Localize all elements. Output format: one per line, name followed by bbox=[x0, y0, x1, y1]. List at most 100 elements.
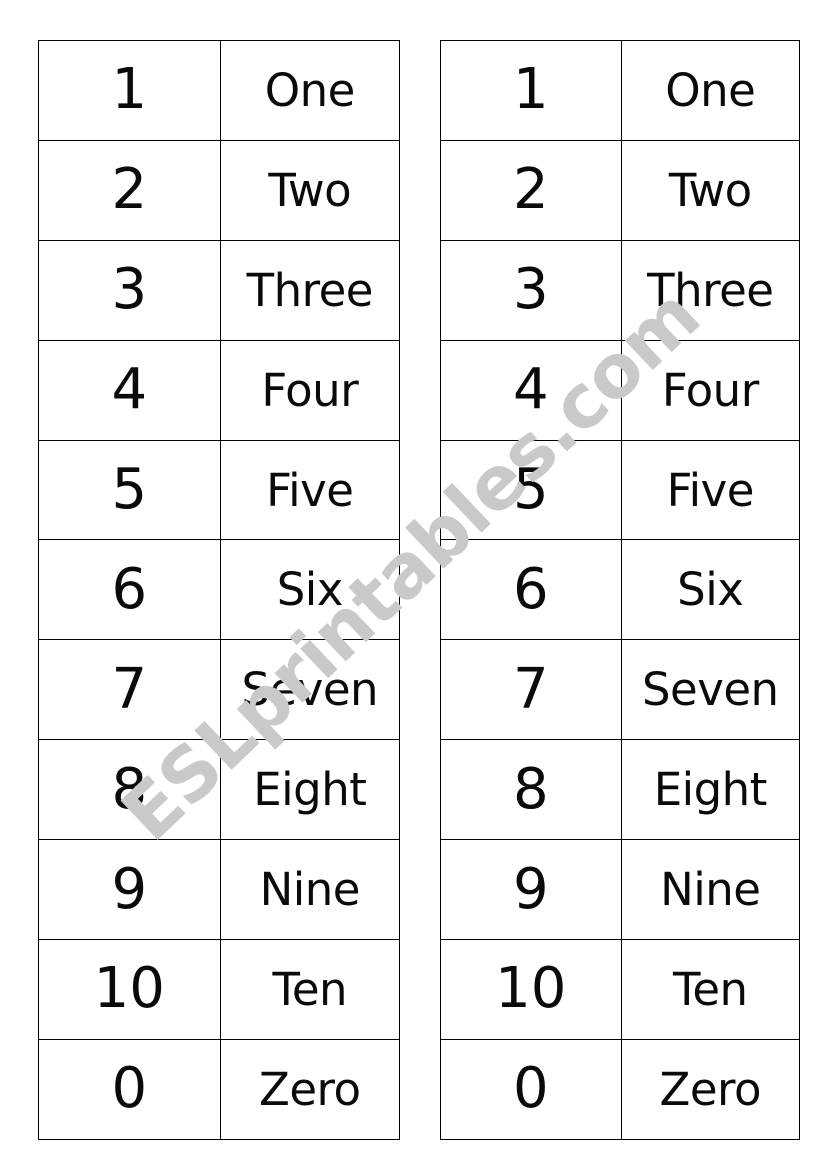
digit-cell: 1 bbox=[440, 40, 622, 141]
table-row: 0 Zero bbox=[38, 1038, 401, 1140]
digit-cell: 2 bbox=[38, 139, 221, 241]
word-text: Three bbox=[647, 263, 774, 317]
word-text: Nine bbox=[259, 863, 361, 917]
word-cell: Five bbox=[219, 439, 401, 541]
digit-text: 7 bbox=[111, 656, 148, 722]
word-cell: Eight bbox=[620, 739, 801, 841]
digit-text: 10 bbox=[495, 956, 567, 1022]
digit-text: 8 bbox=[512, 756, 549, 822]
table-row: 1 One bbox=[440, 40, 801, 141]
digit-text: 1 bbox=[512, 57, 549, 123]
digit-text: 2 bbox=[111, 157, 148, 223]
table-row: 10 Ten bbox=[38, 939, 401, 1040]
digit-cell: 7 bbox=[38, 639, 221, 741]
digit-text: 9 bbox=[111, 856, 148, 922]
digit-cell: 9 bbox=[440, 839, 622, 941]
table-row: 5 Five bbox=[38, 439, 401, 541]
word-text: Six bbox=[677, 563, 744, 617]
table-row: 5 Five bbox=[440, 439, 801, 541]
digit-text: 0 bbox=[111, 1056, 148, 1122]
digit-text: 1 bbox=[111, 57, 148, 123]
word-cell: One bbox=[620, 40, 801, 141]
digit-cell: 5 bbox=[440, 439, 622, 541]
digit-cell: 7 bbox=[440, 639, 622, 741]
word-text: Six bbox=[276, 563, 344, 617]
word-text: Two bbox=[668, 163, 752, 217]
number-word-table-right: 1 One 2 Two 3 Three 4 Four 5 Five 6 Six 7 Seven 8 Eight… bbox=[440, 40, 801, 1140]
digit-text: 5 bbox=[512, 457, 549, 522]
word-text: Ten bbox=[673, 962, 748, 1016]
table-row: 6 Six bbox=[38, 539, 401, 641]
word-cell: Seven bbox=[620, 639, 801, 741]
word-cell: Nine bbox=[219, 839, 401, 941]
word-cell: Six bbox=[620, 539, 801, 641]
word-text: Zero bbox=[259, 1062, 361, 1116]
word-cell: One bbox=[219, 40, 401, 141]
word-cell: Zero bbox=[620, 1038, 801, 1140]
digit-text: 8 bbox=[111, 756, 148, 822]
table-row: 3 Three bbox=[38, 239, 401, 341]
table-row: 10 Ten bbox=[440, 939, 801, 1040]
digit-text: 4 bbox=[111, 357, 148, 423]
word-text: Two bbox=[268, 163, 352, 217]
digit-cell: 10 bbox=[440, 939, 622, 1040]
table-row: 9 Nine bbox=[440, 839, 801, 941]
word-cell: Zero bbox=[219, 1038, 401, 1140]
word-cell: Ten bbox=[219, 939, 401, 1040]
table-row: 0 Zero bbox=[440, 1038, 801, 1140]
word-cell: Seven bbox=[219, 639, 401, 741]
digit-text: 5 bbox=[111, 457, 148, 522]
digit-cell: 5 bbox=[38, 439, 221, 541]
word-text: Zero bbox=[659, 1062, 762, 1116]
digit-text: 9 bbox=[512, 856, 549, 922]
digit-cell: 8 bbox=[440, 739, 622, 841]
table-body: 1 One 2 Two 3 Three 4 Four 5 Five 6 Six 7 Seven 8 Eight… bbox=[38, 40, 401, 1140]
word-cell: Two bbox=[620, 139, 801, 241]
table-row: 6 Six bbox=[440, 539, 801, 641]
digit-cell: 2 bbox=[440, 139, 622, 241]
word-cell: Six bbox=[219, 539, 401, 641]
table-row: 7 Seven bbox=[440, 639, 801, 741]
table-row: 4 Four bbox=[38, 339, 401, 441]
word-text: Three bbox=[246, 263, 374, 317]
table-body: 1 One 2 Two 3 Three 4 Four 5 Five 6 Six 7 Seven 8 Eight… bbox=[440, 40, 801, 1140]
word-text: Seven bbox=[241, 663, 379, 717]
word-text: Five bbox=[666, 463, 755, 517]
word-text: Five bbox=[266, 463, 354, 517]
word-text: Nine bbox=[660, 863, 761, 917]
number-word-table-left: 1 One 2 Two 3 Three 4 Four 5 Five 6 Six 7 Seven 8 Eight… bbox=[38, 40, 401, 1140]
word-text: Four bbox=[261, 363, 359, 417]
digit-text: 3 bbox=[111, 257, 148, 323]
table-row: 3 Three bbox=[440, 239, 801, 341]
table-row: 8 Eight bbox=[440, 739, 801, 841]
table-row: 1 One bbox=[38, 40, 401, 141]
table-row: 7 Seven bbox=[38, 639, 401, 741]
word-text: Four bbox=[661, 363, 759, 417]
digit-text: 0 bbox=[512, 1056, 549, 1122]
word-cell: Eight bbox=[219, 739, 401, 841]
word-text: Ten bbox=[272, 962, 348, 1016]
table-row: 2 Two bbox=[440, 139, 801, 241]
digit-text: 6 bbox=[512, 556, 549, 622]
word-text: Eight bbox=[653, 763, 768, 817]
digit-cell: 4 bbox=[440, 339, 622, 441]
digit-text: 4 bbox=[512, 357, 549, 423]
word-cell: Three bbox=[620, 239, 801, 341]
digit-text: 6 bbox=[111, 556, 148, 622]
word-cell: Four bbox=[620, 339, 801, 441]
table-row: 9 Nine bbox=[38, 839, 401, 941]
table-row: 8 Eight bbox=[38, 739, 401, 841]
digit-cell: 3 bbox=[440, 239, 622, 341]
digit-text: 7 bbox=[512, 656, 549, 722]
word-cell: Four bbox=[219, 339, 401, 441]
digit-cell: 4 bbox=[38, 339, 221, 441]
word-text: Seven bbox=[641, 663, 779, 717]
digit-cell: 10 bbox=[38, 939, 221, 1040]
digit-cell: 6 bbox=[440, 539, 622, 641]
word-cell: Ten bbox=[620, 939, 801, 1040]
digit-text: 2 bbox=[512, 157, 549, 223]
digit-cell: 1 bbox=[38, 40, 221, 141]
table-row: 4 Four bbox=[440, 339, 801, 441]
word-text: One bbox=[264, 63, 356, 117]
digit-text: 10 bbox=[93, 956, 165, 1022]
